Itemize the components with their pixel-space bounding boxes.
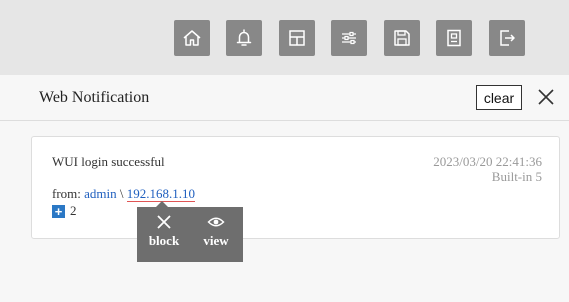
block-label: block: [148, 233, 180, 248]
notification-message: WUI login successful: [52, 154, 165, 169]
clear-button[interactable]: clear: [476, 85, 522, 110]
expand-plus-icon[interactable]: +: [52, 205, 65, 218]
notification-panel: Web Notification clear WUI login success…: [0, 75, 569, 302]
device-button[interactable]: [436, 20, 472, 56]
notification-source: Built-in 5: [491, 169, 542, 184]
dashboard-button[interactable]: [279, 20, 315, 56]
sliders-icon: [342, 31, 356, 45]
ip-action-popup: block view: [137, 207, 243, 262]
block-button[interactable]: block: [139, 213, 189, 257]
bell-icon: [236, 29, 252, 46]
home-button[interactable]: [174, 20, 210, 56]
device-icon: [447, 29, 461, 47]
top-toolbar: [0, 0, 569, 75]
ip-address-link[interactable]: 192.168.1.10: [126, 186, 196, 202]
notification-count: 2: [70, 203, 77, 218]
user-link[interactable]: admin: [84, 186, 117, 201]
from-prefix: from:: [52, 186, 85, 201]
close-icon[interactable]: [535, 86, 557, 108]
view-button[interactable]: view: [191, 213, 241, 257]
notification-timestamp: 2023/03/20 22:41:36: [433, 154, 542, 169]
notifications-button[interactable]: [226, 20, 262, 56]
home-icon: [183, 30, 201, 46]
close-icon: [157, 215, 171, 229]
logout-button[interactable]: [489, 20, 525, 56]
panel-header: Web Notification clear: [0, 75, 569, 121]
panel-title: Web Notification: [39, 89, 150, 106]
save-icon: [394, 30, 410, 46]
origin-separator: \: [116, 186, 127, 201]
save-button[interactable]: [384, 20, 420, 56]
logout-icon: [500, 30, 515, 46]
dashboard-layout-icon: [289, 30, 305, 46]
view-label: view: [203, 233, 229, 248]
notification-origin: from: admin \ 192.168.1.10: [52, 186, 196, 202]
notification-card: WUI login successful 2023/03/20 22:41:36…: [31, 136, 560, 239]
settings-button[interactable]: [331, 20, 367, 56]
eye-icon: [207, 217, 225, 227]
